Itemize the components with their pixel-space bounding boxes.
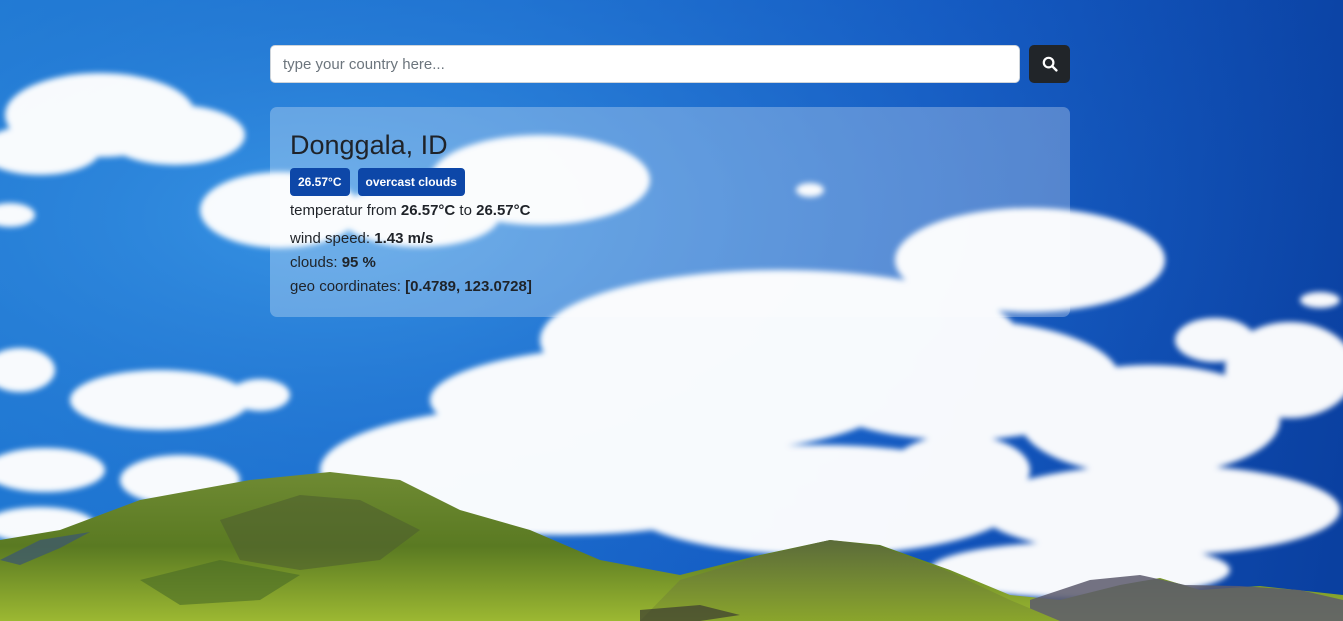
search-button[interactable] (1029, 45, 1070, 83)
description-badge: overcast clouds (357, 168, 465, 196)
location-title: Donggala, ID (290, 130, 448, 160)
weather-card: Donggala, ID 26.57°C overcast clouds tem… (270, 107, 1070, 317)
clouds-label: clouds: (290, 254, 338, 271)
geo-coordinates-line: geo coordinates: [0.4789, 123.0728] (290, 275, 1050, 299)
badge-row: 26.57°C overcast clouds (290, 168, 1050, 196)
country-search-input[interactable] (270, 45, 1020, 83)
temperature-range-line: temperatur from 26.57°C to 26.57°C (290, 199, 1050, 223)
geo-coordinates-label: geo coordinates: (290, 278, 401, 295)
search-icon (1042, 56, 1058, 72)
geo-coordinates-value: [0.4789, 123.0728] (405, 278, 532, 295)
wind-speed-value: 1.43 m/s (374, 230, 434, 247)
temperature-min: 26.57°C (400, 202, 456, 219)
temperature-range-label: temperatur from (290, 202, 397, 219)
clouds-line: clouds: 95 % (290, 251, 1050, 275)
temperature-max: 26.57°C (476, 202, 531, 219)
wind-speed-line: wind speed: 1.43 m/s (290, 227, 1050, 251)
wind-speed-label: wind speed: (290, 230, 371, 247)
app-background: Donggala, ID 26.57°C overcast clouds tem… (0, 0, 1343, 621)
temperature-range-connector: to (459, 202, 472, 219)
search-bar (270, 45, 1070, 83)
temperature-badge: 26.57°C (290, 168, 350, 196)
clouds-value: 95 % (341, 254, 376, 271)
